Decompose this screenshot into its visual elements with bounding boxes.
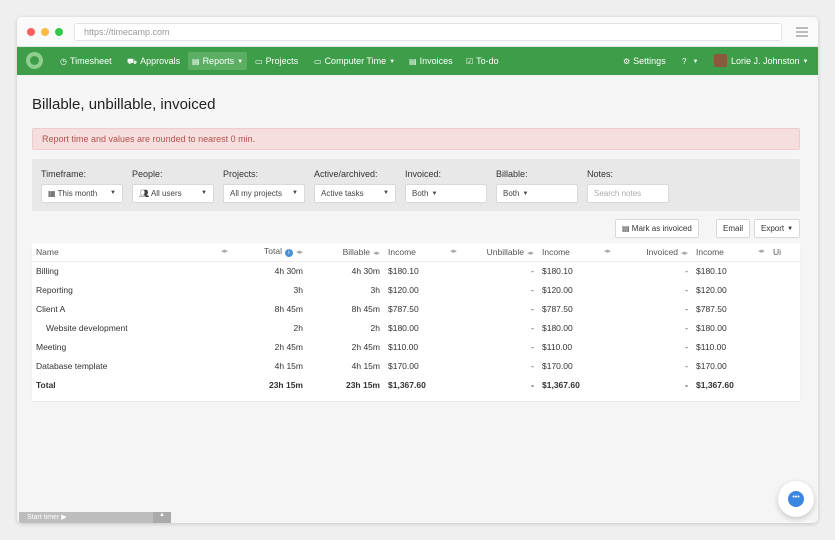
monitor-icon: ▭ <box>314 57 322 66</box>
nav-invoices[interactable]: ▤ Invoices <box>409 54 453 68</box>
notes-search-input[interactable]: Search notes <box>587 184 669 203</box>
checkbox-icon: ☑ <box>466 57 474 66</box>
nav-approvals[interactable]: ⛟ Approvals <box>127 54 180 68</box>
people-select[interactable]: 👥︎ All users ▼ <box>132 184 214 203</box>
table-row[interactable]: Meeting 2h 45m 2h 45m $110.00 - $110.00 … <box>32 337 800 356</box>
info-icon[interactable]: i <box>284 249 293 258</box>
minimize-window-button[interactable] <box>41 28 49 36</box>
clock-icon: ◷ <box>60 57 67 66</box>
table-row[interactable]: Website development 2h 2h $180.00 - $180… <box>32 318 800 337</box>
column-header-billable[interactable]: Billable ◂▸ <box>307 243 384 262</box>
nav-reports[interactable]: ▤ Reports ▼ <box>188 52 248 70</box>
archived-select[interactable]: Active tasks ▼ <box>314 184 396 203</box>
projects-select[interactable]: All my projects ▼ <box>223 184 305 203</box>
column-header-income[interactable]: Income ◂▸ <box>692 243 769 262</box>
avatar <box>714 54 727 67</box>
column-resize-icon: ◂▸ <box>372 249 380 257</box>
table-row[interactable]: Reporting 3h 3h $120.00 - $120.00 - $120… <box>32 280 800 299</box>
rounding-alert: Report time and values are rounded to ne… <box>32 128 800 150</box>
column-resize-icon: ◂▸ <box>449 247 457 255</box>
caret-down-icon: ▼ <box>383 190 389 196</box>
users-icon: 👥︎ <box>139 189 151 198</box>
close-window-button[interactable] <box>27 28 35 36</box>
nav-settings[interactable]: ⚙ Settings <box>623 54 666 68</box>
email-button[interactable]: Email <box>716 219 751 238</box>
billable-select[interactable]: Both ▼ <box>496 184 578 203</box>
table-row[interactable]: Database template 4h 15m 4h 15m $170.00 … <box>32 356 800 375</box>
export-button[interactable]: Export ▼ <box>754 219 801 238</box>
page-title: Billable, unbillable, invoiced <box>32 96 216 113</box>
column-header-income[interactable]: Income ◂▸ <box>384 243 461 262</box>
mark-as-invoiced-button[interactable]: ▤ Mark as invoiced <box>615 219 699 238</box>
chevron-down-icon: ▼ <box>237 59 244 65</box>
table-total-row: Total 23h 15m 23h 15m $1,367.60 - $1,367… <box>36 379 734 390</box>
caret-down-icon: ▼ <box>201 190 207 196</box>
column-resize-icon: ◂▸ <box>680 249 688 257</box>
nav-timesheet[interactable]: ◷ Timesheet <box>60 54 112 68</box>
caret-down-icon: ▼ <box>522 191 529 197</box>
browser-window: https://timecamp.com ◷ Timesheet ⛟ Approva… <box>17 17 818 523</box>
filter-notes: Notes: Search notes <box>587 169 669 203</box>
column-resize-icon: ◂▸ <box>526 249 534 257</box>
table-row[interactable]: Billing 4h 30m 4h 30m $180.10 - $180.10 … <box>32 261 800 280</box>
chevron-down-icon: ▼ <box>802 59 809 65</box>
play-icon: ▶ <box>61 514 67 521</box>
browser-chrome: https://timecamp.com <box>17 17 818 47</box>
column-header-uninvoiced[interactable]: Ui <box>769 243 800 262</box>
nav-computer-time[interactable]: ▭ Computer Time ▼ <box>314 54 395 68</box>
filter-billable: Billable: Both ▼ <box>496 169 578 203</box>
maximize-window-button[interactable] <box>55 28 63 36</box>
chat-widget-button[interactable]: ••• <box>778 481 814 517</box>
nav-todo[interactable]: ☑ To-do <box>466 54 499 68</box>
address-bar[interactable]: https://timecamp.com <box>74 23 782 41</box>
filter-people: People: 👥︎ All users ▼ <box>132 169 214 203</box>
column-resize-icon: ◂▸ <box>603 247 611 255</box>
help-icon: ? <box>682 57 687 66</box>
gear-icon: ⚙ <box>623 57 631 66</box>
report-table: Name ◂▸ Total i ◂▸ Billable ◂▸ Income ◂▸ Unbi… <box>32 243 800 401</box>
table-header-row: Name ◂▸ Total i ◂▸ Billable ◂▸ Income ◂▸ Unbi… <box>32 243 800 262</box>
start-timer-bar[interactable]: Start timer ▶ ▲ <box>19 512 171 523</box>
filter-archived: Active/archived: Active tasks ▼ <box>314 169 396 203</box>
document-icon: ▤ <box>192 57 200 66</box>
nav-help[interactable]: ? ▼ <box>682 54 698 68</box>
car-icon: ⛟ <box>127 57 138 66</box>
column-header-invoiced[interactable]: Invoiced ◂▸ <box>615 243 692 262</box>
chevron-down-icon: ▼ <box>692 59 699 65</box>
timeframe-select[interactable]: ▦ This month ▼ <box>41 184 123 203</box>
calendar-icon: ▦ <box>48 189 58 198</box>
caret-down-icon: ▼ <box>110 190 116 196</box>
caret-down-icon: ▼ <box>292 190 298 196</box>
filter-timeframe: Timeframe: ▦ This month ▼ <box>41 169 123 203</box>
caret-down-icon: ▼ <box>787 226 794 232</box>
invoiced-select[interactable]: Both ▼ <box>405 184 487 203</box>
chevron-up-icon[interactable]: ▲ <box>153 512 171 523</box>
table-row[interactable]: Client A 8h 45m 8h 45m $787.50 - $787.50… <box>32 299 800 318</box>
caret-down-icon: ▼ <box>431 191 438 197</box>
folder-icon: ▭ <box>255 57 263 66</box>
document-icon: ▤ <box>622 224 632 233</box>
chevron-down-icon: ▼ <box>389 59 396 65</box>
column-header-income[interactable]: Income ◂▸ <box>538 243 615 262</box>
filter-bar: Timeframe: ▦ This month ▼ People: 👥︎ All … <box>32 159 800 211</box>
filter-invoiced: Invoiced: Both ▼ <box>405 169 487 203</box>
invoice-icon: ▤ <box>409 57 417 66</box>
nav-user-menu[interactable]: Lorie J. Johnston ▼ <box>714 54 809 68</box>
filter-projects: Projects: All my projects ▼ <box>223 169 305 203</box>
column-header-name[interactable]: Name ◂▸ <box>32 243 232 262</box>
timecamp-logo-icon[interactable] <box>26 52 43 69</box>
top-nav: ◷ Timesheet ⛟ Approvals ▤ Reports ▼ ▭ Project… <box>17 47 818 75</box>
nav-projects[interactable]: ▭ Projects <box>255 54 298 68</box>
column-header-unbillable[interactable]: Unbillable ◂▸ <box>461 243 538 262</box>
column-resize-icon: ◂▸ <box>220 247 228 255</box>
menu-icon[interactable] <box>796 27 808 39</box>
main-content: Billable, unbillable, invoiced Report ti… <box>17 75 818 523</box>
column-header-total[interactable]: Total i ◂▸ <box>232 243 307 262</box>
column-resize-icon: ◂▸ <box>757 247 765 255</box>
column-resize-icon: ◂▸ <box>295 249 303 257</box>
chat-bubble-icon: ••• <box>788 491 804 507</box>
